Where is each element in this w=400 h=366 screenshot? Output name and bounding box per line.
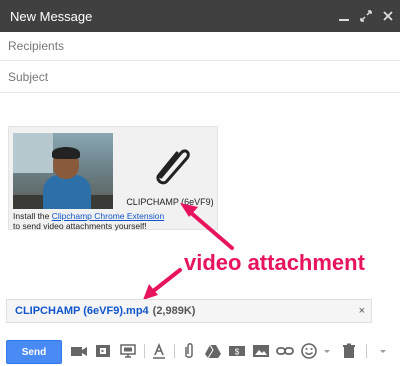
install-prefix: Install the bbox=[13, 211, 52, 221]
emoji-dropdown-icon[interactable] bbox=[318, 342, 336, 360]
expand-icon[interactable] bbox=[360, 10, 372, 22]
toolbar-separator bbox=[366, 344, 367, 358]
photo-icon[interactable] bbox=[252, 342, 270, 360]
formatting-icon[interactable] bbox=[150, 342, 168, 360]
paperclip-icon bbox=[156, 149, 190, 185]
window-title: New Message bbox=[10, 8, 93, 24]
toolbar-separator bbox=[144, 344, 145, 358]
trash-icon[interactable] bbox=[340, 342, 358, 360]
subject-placeholder: Subject bbox=[8, 69, 49, 84]
window-controls bbox=[338, 0, 394, 32]
subject-field[interactable]: Subject bbox=[0, 61, 400, 93]
clipchamp-card: CLIPCHAMP (6eVF9) Install the Clipchamp … bbox=[8, 126, 219, 231]
install-suffix: to send video attachments yourself! bbox=[13, 221, 147, 231]
recipients-placeholder: Recipients bbox=[8, 39, 65, 53]
attachment-size: (2,989K) bbox=[152, 305, 196, 317]
screen-share-icon[interactable] bbox=[119, 342, 137, 360]
install-text: Install the Clipchamp Chrome Extension t… bbox=[13, 211, 219, 231]
compose-title-bar[interactable]: New Message bbox=[0, 0, 400, 32]
close-icon[interactable] bbox=[382, 10, 394, 22]
minimize-icon[interactable] bbox=[338, 10, 350, 22]
recipients-field[interactable]: Recipients bbox=[0, 32, 400, 61]
link-icon[interactable] bbox=[276, 342, 294, 360]
video-camera-icon[interactable] bbox=[70, 342, 88, 360]
annotation-label: video attachment bbox=[184, 250, 365, 275]
more-options-icon[interactable] bbox=[374, 342, 392, 360]
compose-toolbar: Send $ bbox=[0, 336, 400, 366]
clip-label: CLIPCHAMP (6eVF9) bbox=[126, 197, 214, 207]
remove-attachment-icon[interactable]: × bbox=[359, 305, 365, 317]
svg-text:$: $ bbox=[235, 348, 240, 357]
drive-icon[interactable] bbox=[204, 342, 222, 360]
emoji-icon[interactable] bbox=[300, 342, 318, 360]
film-icon[interactable] bbox=[94, 342, 112, 360]
send-button[interactable]: Send bbox=[6, 340, 62, 364]
money-icon[interactable]: $ bbox=[228, 342, 246, 360]
chrome-extension-link[interactable]: Clipchamp Chrome Extension bbox=[52, 211, 164, 221]
attach-icon[interactable] bbox=[180, 342, 198, 360]
attachment-chip[interactable]: CLIPCHAMP (6eVF9).mp4 (2,989K) × bbox=[6, 299, 372, 323]
toolbar-separator bbox=[174, 344, 175, 358]
video-thumbnail[interactable] bbox=[13, 133, 113, 209]
attachment-name[interactable]: CLIPCHAMP (6eVF9).mp4 bbox=[15, 305, 149, 317]
